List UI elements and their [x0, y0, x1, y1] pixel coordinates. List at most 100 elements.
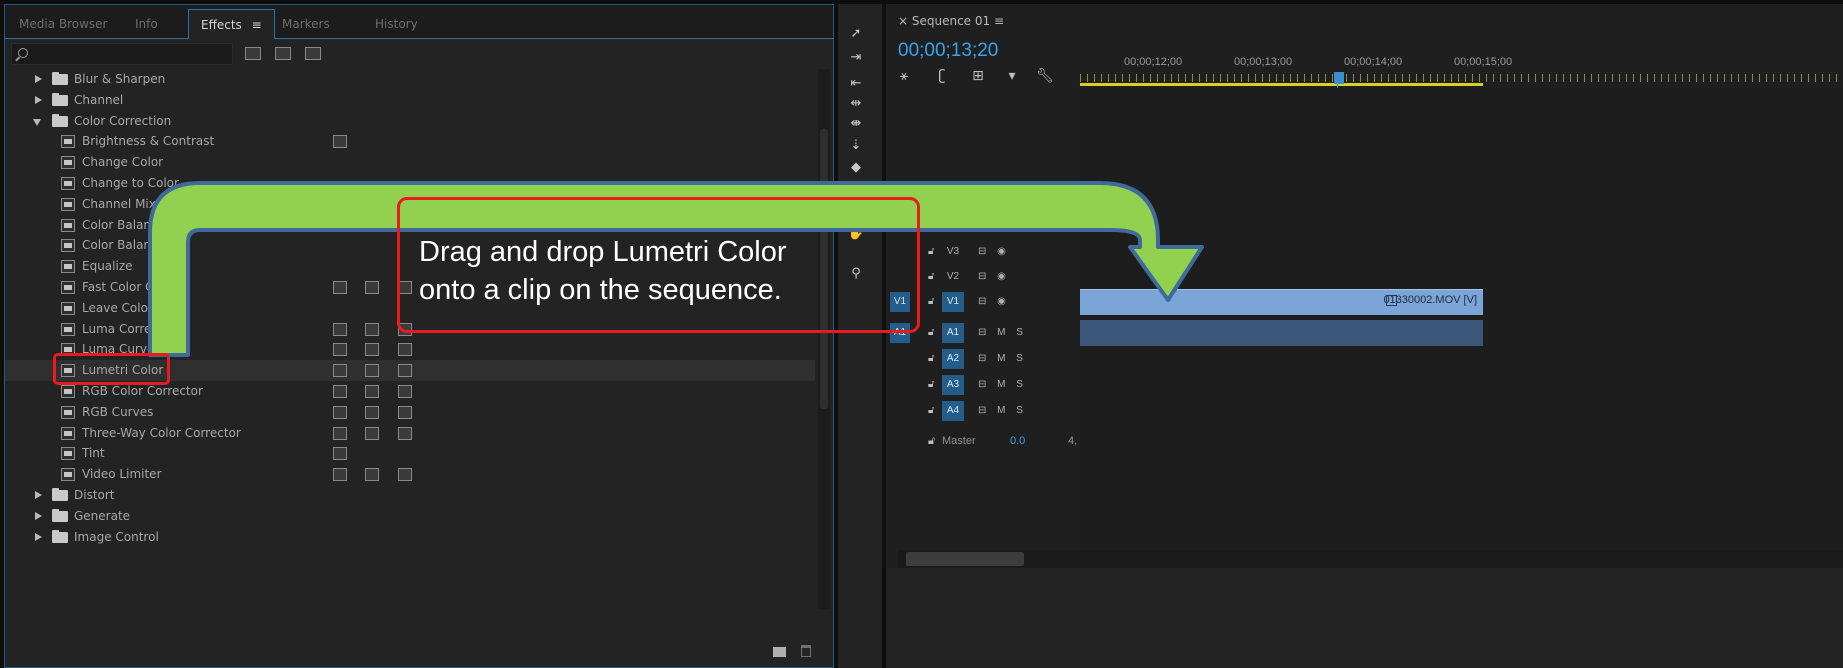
effect-item[interactable]: Three-Way Color Corrector [5, 423, 815, 444]
32-bit-badge-icon [365, 364, 379, 378]
effect-item[interactable]: Change Color [5, 152, 815, 173]
sync-lock-eye-icon[interactable]: ⊟ ◉ [978, 266, 1010, 288]
linked-selection-icon[interactable]: ʗ [934, 68, 950, 84]
lumetri-color-highlight [53, 353, 170, 385]
vertical-scrollbar[interactable] [818, 69, 830, 609]
track-lock-icon[interactable]: 🔓︎ [928, 322, 934, 344]
effect-folder[interactable]: Color Correction [5, 111, 815, 132]
disclosure-closed-icon[interactable] [35, 511, 42, 520]
effect-item[interactable]: Tint [5, 443, 815, 464]
rolling-edit-tool-icon[interactable]: ⇹ [847, 96, 865, 112]
scrollbar-thumb[interactable] [906, 552, 1024, 566]
disclosure-closed-icon[interactable] [35, 491, 42, 499]
ripple-edit-tool-icon[interactable]: ⇤ [847, 76, 865, 92]
video-effect-icon [61, 385, 75, 398]
effect-item[interactable]: RGB Curves [5, 402, 815, 423]
master-extra: 4, [1068, 435, 1078, 447]
panel-footer [5, 639, 833, 667]
track-lock-icon[interactable]: 🔓︎ [928, 266, 934, 288]
32-bit-badge-icon [365, 322, 379, 336]
accelerated-badge-icon [333, 364, 347, 378]
accelerated-badge-icon [333, 135, 347, 149]
mute-solo-icon[interactable]: ⊟ M S [978, 322, 1027, 344]
effect-folder[interactable]: Generate [5, 506, 815, 527]
track-target[interactable]: A4 [942, 401, 964, 421]
panel-menu-icon[interactable]: ≡ [252, 18, 262, 32]
track-lock-icon[interactable]: 🔓︎ [928, 241, 934, 263]
effect-folder[interactable]: Image Control [5, 527, 815, 548]
disclosure-closed-icon[interactable] [35, 75, 42, 83]
track-target[interactable]: A1 [942, 323, 964, 343]
master-volume[interactable]: 0.0 [1010, 431, 1025, 451]
mute-solo-icon[interactable]: ⊟ M S [978, 400, 1027, 422]
video-clip[interactable]: 01330002.MOV [V] [1080, 289, 1483, 315]
slip-tool-icon[interactable]: ◆ [847, 160, 865, 176]
sync-lock-eye-icon[interactable]: ⊟ ◉ [978, 291, 1010, 313]
marker-icon[interactable]: ▾ [1004, 68, 1020, 84]
wrench-icon[interactable]: 🔧︎ [1036, 68, 1054, 84]
effect-item[interactable]: Video Limiter [5, 464, 815, 485]
disclosure-closed-icon[interactable] [35, 95, 42, 104]
track-lock-icon[interactable]: 🔓︎ [928, 291, 934, 313]
razor-tool-icon[interactable]: ⇣ [847, 138, 865, 154]
tab-info[interactable]: Info [135, 13, 158, 35]
32-bit-badge-icon [365, 281, 379, 294]
new-bin-icon[interactable] [773, 647, 786, 657]
accelerated-effects-filter-icon[interactable] [245, 47, 261, 60]
track-select-tool-icon[interactable]: ⇥ [847, 50, 865, 66]
playhead-handle[interactable] [1334, 72, 1344, 84]
track-target[interactable]: V1 [942, 292, 964, 312]
work-area-bar[interactable] [1080, 83, 1483, 86]
disclosure-open-icon[interactable] [33, 118, 41, 126]
32-bit-effects-filter-icon[interactable] [275, 47, 291, 60]
track-lock-icon[interactable]: 🔓︎ [928, 348, 934, 370]
track-lock-icon[interactable]: 🔓︎ [928, 374, 934, 396]
disclosure-closed-icon[interactable] [35, 532, 42, 541]
selection-tool-icon[interactable]: ➚ [847, 26, 865, 42]
tab-effects[interactable]: Effects ≡ [188, 9, 275, 39]
video-effect-icon [61, 301, 75, 315]
accelerated-badge-icon [333, 322, 347, 336]
track-target[interactable]: A3 [942, 375, 964, 395]
delete-icon[interactable] [801, 645, 811, 657]
folder-icon [52, 72, 68, 85]
panel-tabbar: Media Browser Info Effects ≡ Markers His… [5, 5, 833, 39]
track-target[interactable]: V3 [942, 242, 964, 262]
effect-folder[interactable]: Blur & Sharpen [5, 69, 815, 90]
snap-icon[interactable]: ⚹ [896, 68, 912, 84]
mute-solo-icon[interactable]: ⊟ M S [978, 348, 1027, 370]
yuv-effects-filter-icon[interactable] [305, 47, 321, 60]
effect-folder[interactable]: Distort [5, 485, 815, 506]
ruler-label: 00;00;12;00 [1124, 56, 1183, 68]
yuv-badge-icon [398, 385, 412, 398]
track-header-a4: 🔓︎ A4 ⊟ M S [886, 400, 1080, 422]
tab-media-browser[interactable]: Media Browser [19, 13, 107, 35]
32-bit-badge-icon [365, 426, 379, 440]
sync-lock-eye-icon[interactable]: ⊟ ◉ [978, 241, 1010, 263]
32-bit-badge-icon [365, 343, 379, 357]
tab-markers[interactable]: Markers [282, 13, 330, 35]
time-ruler[interactable]: 00;00;12;00 00;00;13;00 00;00;14;00 00;0… [1080, 48, 1843, 88]
mute-solo-icon[interactable]: ⊟ M S [978, 374, 1027, 396]
effect-folder[interactable]: Channel [5, 90, 815, 111]
track-header-a2: 🔓︎ A2 ⊟ M S [886, 348, 1080, 370]
video-effect-icon [61, 239, 75, 253]
add-marker-icon[interactable]: ⊞ [970, 68, 986, 84]
audio-clip[interactable] [1080, 320, 1483, 346]
effect-label: Three-Way Color Corrector [82, 425, 241, 440]
track-target[interactable]: A2 [942, 349, 964, 369]
ruler-label: 00;00;13;00 [1234, 56, 1293, 68]
search-input[interactable] [11, 43, 233, 65]
tab-history[interactable]: History [375, 13, 418, 35]
effect-label: Leave Color [82, 300, 153, 315]
playhead-timecode[interactable]: 00;00;13;20 [898, 40, 998, 62]
lock-icon[interactable]: 🔓︎ [928, 431, 935, 451]
rate-stretch-tool-icon[interactable]: ⇼ [847, 116, 865, 132]
effect-label: Tint [82, 446, 105, 461]
effect-item[interactable]: Change to Color [5, 173, 815, 194]
tab-sequence-01[interactable]: × Sequence 01 ≡ [898, 14, 1004, 28]
effect-item[interactable]: Brightness & Contrast [5, 131, 815, 152]
track-lock-icon[interactable]: 🔓︎ [928, 400, 934, 422]
horizontal-scrollbar[interactable] [898, 550, 1843, 568]
track-target[interactable]: V2 [942, 267, 964, 287]
